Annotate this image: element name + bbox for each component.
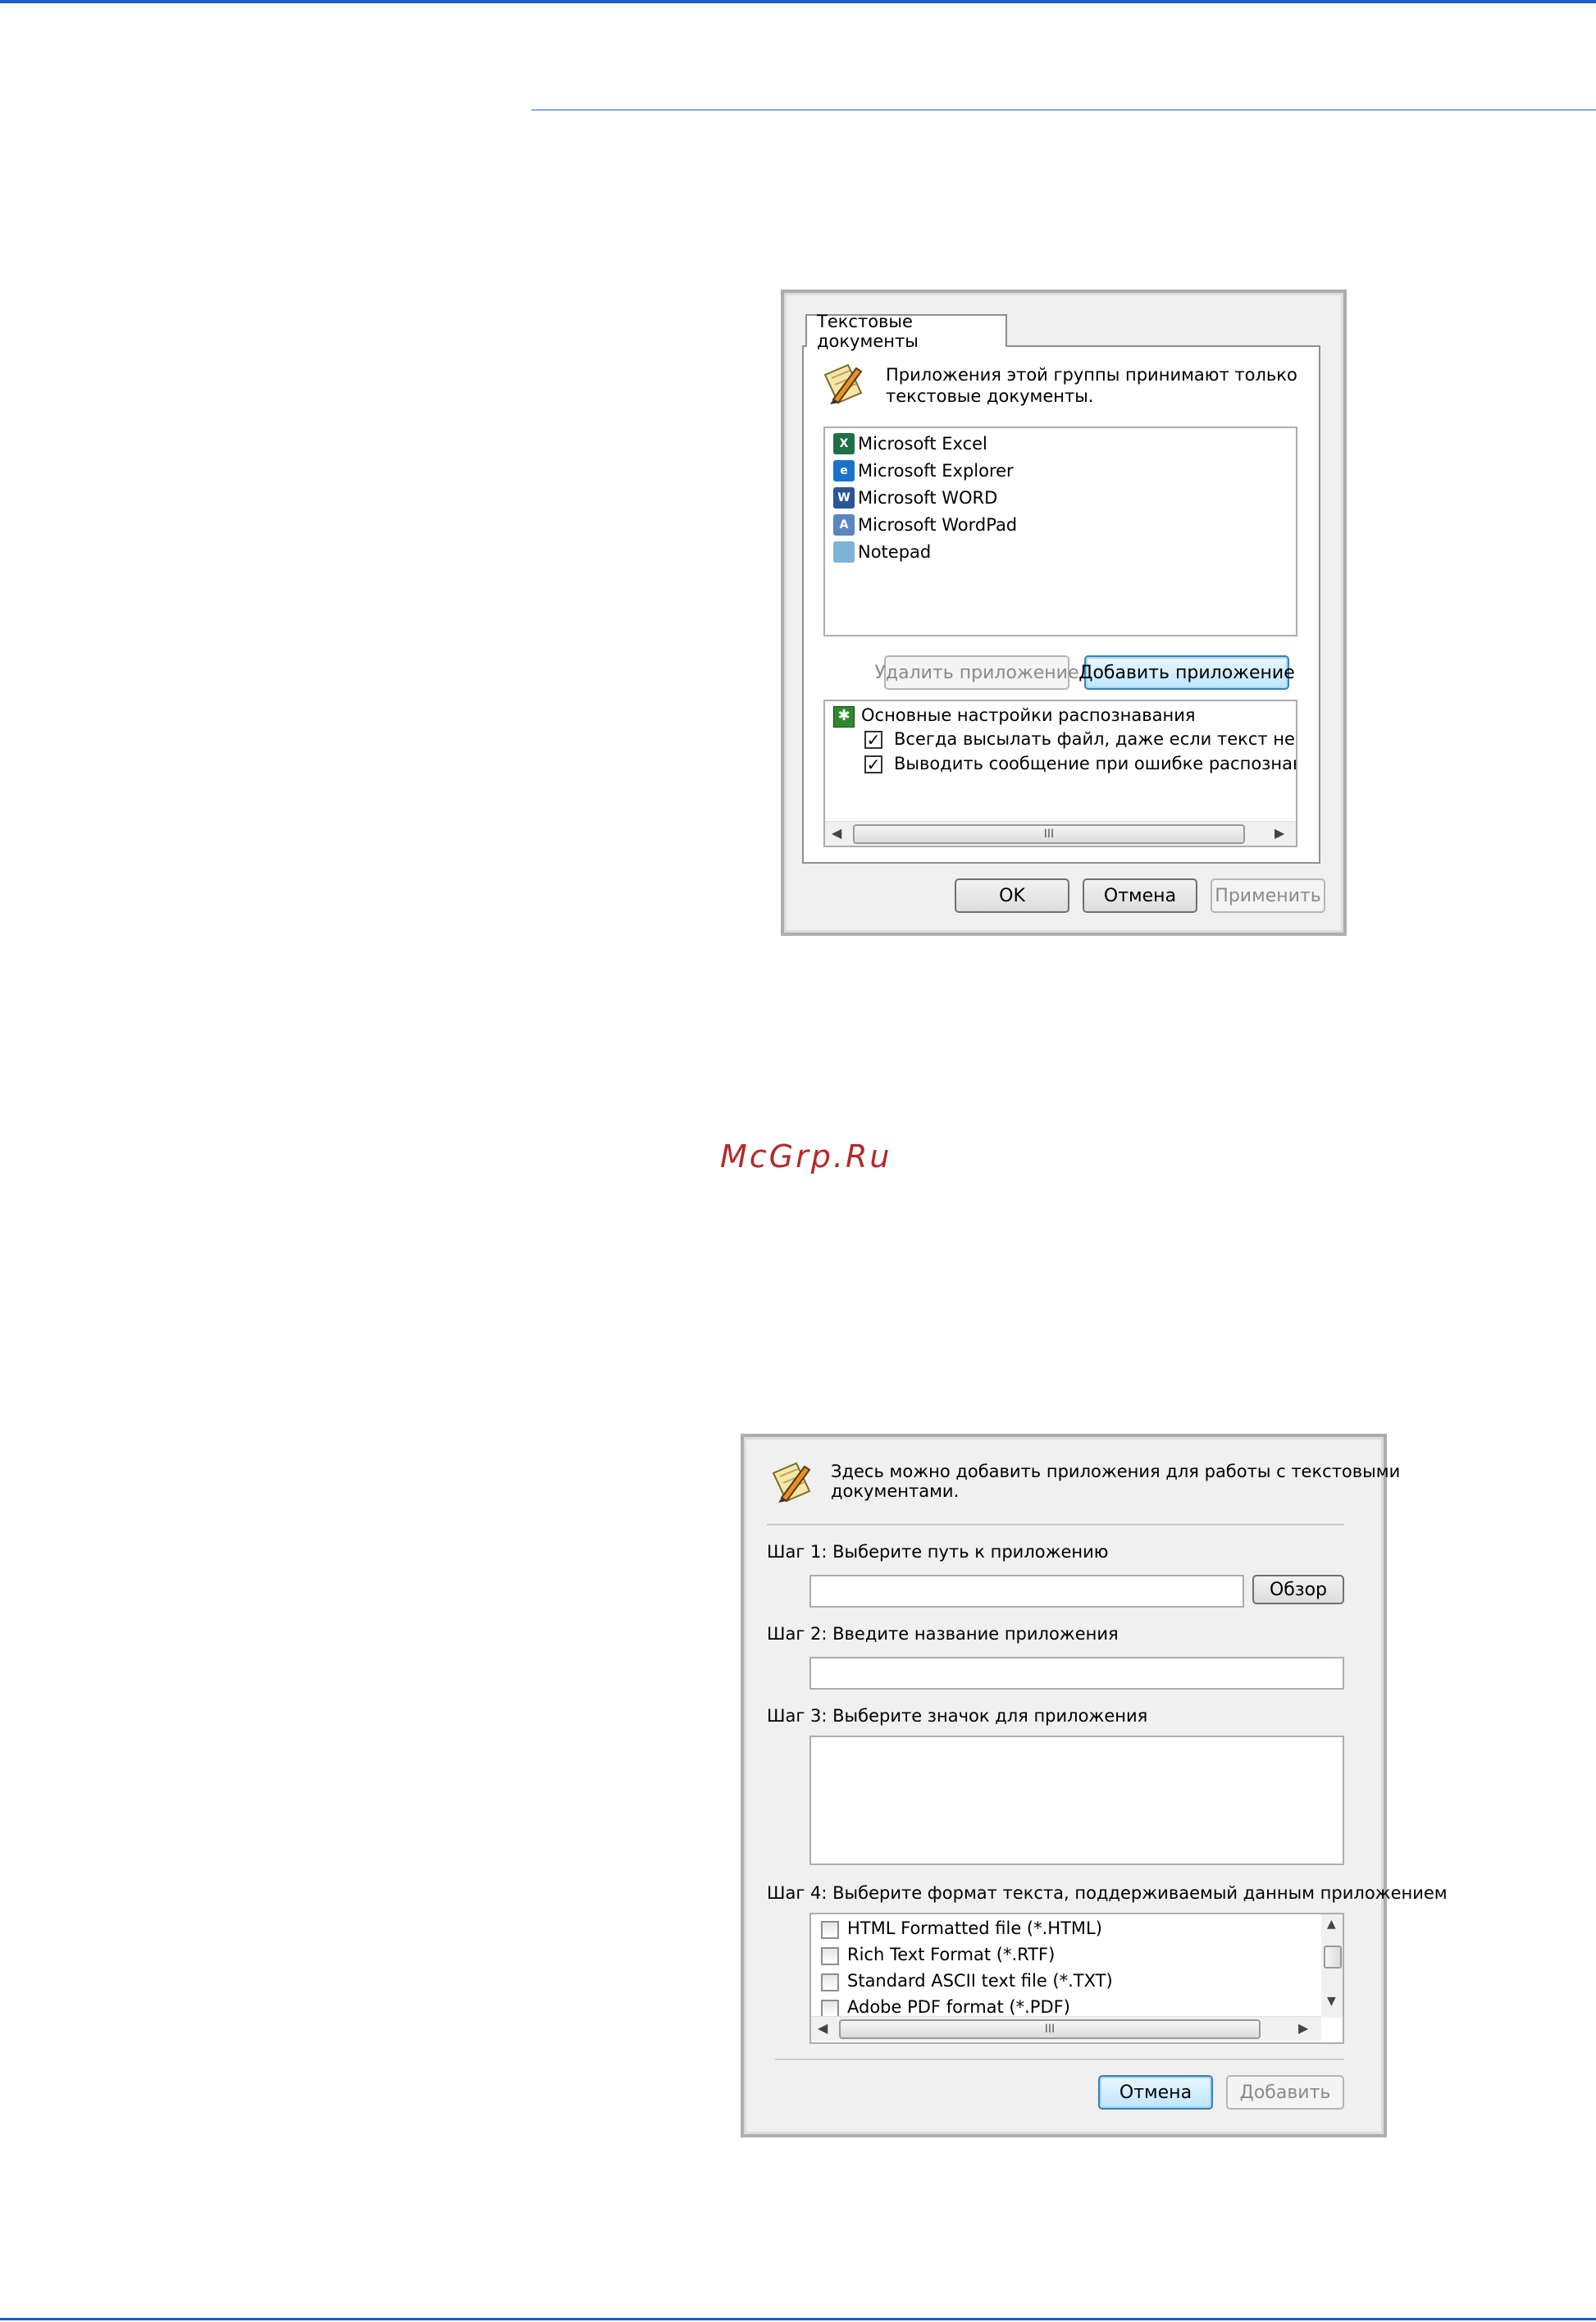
add-application-button[interactable]: Добавить приложение [1078, 655, 1295, 690]
scroll-right-icon[interactable]: ▶ [1275, 825, 1284, 841]
text-documents-dialog: Текстовые документы Приложения этой груп… [781, 290, 1347, 936]
tab-label: Текстовые документы [817, 312, 919, 351]
scroll-up-icon[interactable]: ▲ [1327, 1918, 1336, 1931]
app-list-item[interactable]: X Microsoft Excel [833, 431, 987, 456]
format-label: Rich Text Format (*.RTF) [847, 1945, 1056, 1964]
cancel-button[interactable]: Отмена [1098, 2075, 1213, 2110]
application-list[interactable]: X Microsoft Excel e Microsoft Explorer W Micr… [823, 427, 1297, 636]
option-show-error-label: Выводить сообщение при ошибке распознава… [894, 754, 1296, 773]
app-list-item[interactable]: Notepad [833, 540, 931, 564]
application-path-input[interactable] [809, 1575, 1244, 1608]
format-checkbox[interactable] [821, 1921, 839, 1939]
option-always-send-label: Всегда высылать файл, даже если текст не… [894, 729, 1296, 749]
watermark: McGrp.Ru [720, 1138, 892, 1175]
scroll-right-icon[interactable]: ▶ [1298, 2020, 1308, 2036]
format-checkbox[interactable] [821, 1973, 839, 1991]
scroll-left-icon[interactable]: ◀ [818, 2020, 828, 2036]
add-application-dialog: Здесь можно добавить приложения для рабо… [741, 1434, 1448, 2137]
scroll-thumb[interactable]: III [853, 824, 1245, 844]
info-line-1: Приложения этой группы принимают только [886, 365, 1297, 385]
step4-label: Шаг 4: Выберите формат текста, поддержив… [767, 1883, 1448, 1903]
step2-label: Шаг 2: Введите название приложения [767, 1624, 1119, 1644]
settings-hscrollbar[interactable]: ◀ III ▶ [825, 821, 1296, 846]
info-line-1: Здесь можно добавить приложения для рабо… [831, 1462, 1401, 1481]
notepad-pencil-icon [820, 360, 866, 406]
app-list-item[interactable]: W Microsoft WORD [833, 486, 997, 510]
info-line-2: документами. [831, 1481, 960, 1501]
separator-bottom [775, 2059, 1344, 2061]
recognition-settings-panel[interactable]: ✱ Основные настройки распознавания ✓ Все… [823, 700, 1297, 847]
ie-icon: e [833, 460, 855, 481]
tab-page: Приложения этой группы принимают только … [802, 345, 1320, 864]
format-label: HTML Formatted file (*.HTML) [847, 1918, 1102, 1938]
separator-top [767, 1524, 1344, 1526]
format-checkbox[interactable] [821, 1947, 839, 1965]
format-checkbox[interactable] [821, 2000, 839, 2018]
format-hscrollbar[interactable]: ◀ III ▶ [811, 2016, 1321, 2041]
settings-gear-icon: ✱ [833, 706, 855, 728]
app-name: Microsoft Excel [858, 434, 987, 454]
app-name: Microsoft WORD [858, 488, 998, 508]
word-icon: W [833, 487, 855, 509]
option-show-error-checkbox[interactable]: ✓ [864, 755, 882, 773]
ok-button[interactable]: OK [955, 878, 1069, 913]
scroll-thumb[interactable] [1324, 1946, 1342, 1968]
remove-application-button[interactable]: Удалить приложение [875, 655, 1079, 690]
format-label: Standard ASCII text file (*.TXT) [847, 1971, 1113, 1991]
add-button[interactable]: Добавить [1226, 2075, 1344, 2110]
info-line-2: текстовые документы. [886, 386, 1094, 406]
top-rule [0, 0, 1596, 3]
notepad-icon [833, 541, 855, 563]
bottom-rule [0, 2318, 1596, 2320]
scroll-left-icon[interactable]: ◀ [832, 825, 841, 841]
tab-text-documents[interactable]: Текстовые документы [805, 312, 1007, 351]
application-icon-box[interactable] [809, 1736, 1344, 1865]
excel-icon: X [833, 433, 855, 454]
app-name: Notepad [858, 542, 932, 562]
app-list-item[interactable]: A Microsoft WordPad [833, 513, 1017, 537]
header-rule [531, 109, 1596, 111]
app-name: Microsoft Explorer [858, 461, 1014, 481]
notepad-pencil-icon [768, 1458, 814, 1504]
step3-label: Шаг 3: Выберите значок для приложения [767, 1706, 1148, 1726]
apply-button[interactable]: Применить [1211, 878, 1325, 913]
text-format-list[interactable]: HTML Formatted file (*.HTML) Rich Text Fo… [809, 1913, 1344, 2044]
settings-title: Основные настройки распознавания [861, 705, 1196, 725]
scroll-thumb[interactable]: III [839, 2019, 1261, 2039]
app-name: Microsoft WordPad [858, 515, 1018, 535]
cancel-button[interactable]: Отмена [1083, 878, 1197, 913]
format-label: Adobe PDF format (*.PDF) [847, 1997, 1070, 2017]
wordpad-icon: A [833, 514, 855, 536]
option-always-send-checkbox[interactable]: ✓ [864, 731, 882, 749]
application-name-input[interactable] [809, 1657, 1344, 1690]
scroll-down-icon[interactable]: ▼ [1327, 1995, 1336, 2008]
format-vscrollbar[interactable]: ▲ ▼ [1321, 1914, 1343, 2018]
step1-label: Шаг 1: Выберите путь к приложению [767, 1542, 1109, 1562]
app-list-item[interactable]: e Microsoft Explorer [833, 458, 1014, 483]
browse-button[interactable]: Обзор [1252, 1575, 1344, 1604]
